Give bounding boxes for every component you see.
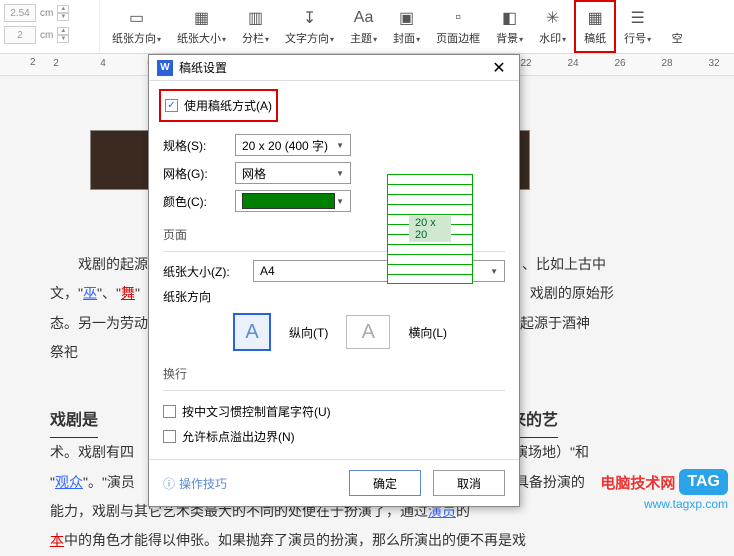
ribbon-纸张大小[interactable]: ▦ 纸张大小▾ — [169, 0, 234, 53]
ribbon-label: 背景▾ — [496, 30, 523, 46]
ribbon-label: 文字方向▾ — [285, 30, 334, 46]
ribbon-margin-inputs: cm ▲▼ cm ▲▼ — [0, 0, 100, 53]
ribbon-稿纸[interactable]: ▦ 稿纸 — [574, 0, 616, 53]
ribbon-icon — [667, 8, 687, 28]
manuscript-settings-dialog: W 稿纸设置 ✕ ✓ 使用稿纸方式(A) 20 x 20 规格(S): 20 x… — [148, 54, 520, 507]
ribbon-水印[interactable]: ✳ 水印▾ — [531, 0, 574, 53]
ribbon-label: 纸张大小▾ — [177, 30, 226, 46]
ribbon-label: 页面边框 — [436, 30, 480, 46]
ribbon-icon: ▭ — [127, 8, 147, 28]
grid-combo[interactable]: 网格▼ — [235, 162, 351, 184]
ribbon-icon: ▦ — [192, 8, 212, 28]
orientation-landscape[interactable]: A — [346, 315, 390, 349]
stepper-1[interactable]: ▲▼ — [57, 5, 69, 21]
chevron-down-icon: ▼ — [336, 141, 344, 150]
ribbon-label: 行号▾ — [624, 30, 651, 46]
ruler-tick: 26 — [614, 58, 626, 69]
ribbon-主题[interactable]: Aa 主题▾ — [342, 0, 385, 53]
ribbon-icon: ▥ — [246, 8, 266, 28]
ribbon-icon: ▫ — [448, 8, 468, 28]
wrap-punct-label: 允许标点溢出边界(N) — [182, 428, 295, 445]
ruler-tick: 22 — [520, 58, 532, 69]
ribbon-label: 主题▾ — [350, 30, 377, 46]
chevron-down-icon: ▼ — [336, 197, 344, 206]
ribbon-icon: ◧ — [500, 8, 520, 28]
grid-preview: 20 x 20 — [387, 174, 473, 284]
ribbon-icon: ▣ — [397, 8, 417, 28]
watermark-url: www.tagxp.com — [644, 497, 728, 511]
spec-combo[interactable]: 20 x 20 (400 字)▼ — [235, 134, 351, 156]
landscape-label: 横向(L) — [408, 324, 447, 341]
ribbon-label: 分栏▾ — [242, 30, 269, 46]
grid-preview-label: 20 x 20 — [409, 216, 451, 242]
highlight-box: ✓ 使用稿纸方式(A) — [159, 89, 278, 122]
ribbon-label: 稿纸 — [584, 30, 606, 46]
ribbon-icon: ↧ — [300, 8, 320, 28]
color-swatch — [242, 193, 335, 209]
unit-label: cm — [40, 8, 53, 19]
ribbon-toolbar: cm ▲▼ cm ▲▼ ▭ 纸张方向▾ ▦ 纸张大小▾ ▥ 分栏▾ ↧ 文字方向▾ Aa 主题▾ ▣… — [0, 0, 734, 54]
ribbon-页面边框[interactable]: ▫ 页面边框 — [428, 0, 488, 53]
use-manuscript-label: 使用稿纸方式(A) — [184, 97, 272, 114]
orientation-portrait[interactable]: A — [233, 313, 271, 351]
color-label: 颜色(C): — [163, 193, 227, 210]
ribbon-背景[interactable]: ◧ 背景▾ — [488, 0, 531, 53]
ribbon-label: 纸张方向▾ — [112, 30, 161, 46]
ruler-tick: 2 — [50, 58, 62, 69]
unit-label: cm — [40, 30, 53, 41]
margin-input-1[interactable] — [4, 4, 36, 22]
site-watermark: 电脑技术网 TAG www.tagxp.com — [600, 469, 728, 511]
wrap-cjk-checkbox[interactable] — [163, 405, 176, 418]
ribbon-行号[interactable]: ☰ 行号▾ — [616, 0, 659, 53]
ribbon-文字方向[interactable]: ↧ 文字方向▾ — [277, 0, 342, 53]
ok-button[interactable]: 确定 — [349, 470, 421, 496]
watermark-tag: TAG — [679, 469, 728, 495]
ruler-left-num: 2 — [30, 57, 36, 68]
ruler-tick: 28 — [661, 58, 673, 69]
section-heading: 戏剧是 — [50, 404, 98, 439]
stepper-2[interactable]: ▲▼ — [57, 27, 69, 43]
chevron-down-icon: ▼ — [336, 169, 344, 178]
cancel-button[interactable]: 取消 — [433, 470, 505, 496]
wrap-cjk-label: 按中文习惯控制首尾字符(U) — [182, 403, 331, 420]
app-icon: W — [157, 60, 173, 76]
ribbon-纸张方向[interactable]: ▭ 纸张方向▾ — [104, 0, 169, 53]
wrap-punct-checkbox[interactable] — [163, 430, 176, 443]
orientation-label: 纸张方向 — [163, 288, 227, 305]
ribbon-icon: Aa — [354, 8, 374, 28]
ruler-tick: 4 — [97, 58, 109, 69]
ribbon-icon: ▦ — [585, 8, 605, 28]
dialog-title: 稿纸设置 — [179, 59, 487, 76]
ruler-tick: 32 — [708, 58, 720, 69]
color-combo[interactable]: ▼ — [235, 190, 351, 212]
info-icon: ⓘ — [163, 475, 175, 492]
close-icon[interactable]: ✕ — [487, 58, 511, 78]
chevron-down-icon: ▼ — [490, 267, 498, 276]
paper-size-label: 纸张大小(Z): — [163, 263, 245, 280]
ribbon-label: 空 — [672, 30, 683, 46]
spec-label: 规格(S): — [163, 137, 227, 154]
wrap-section-header: 换行 — [163, 365, 505, 382]
ribbon-空[interactable]: 空 — [659, 0, 695, 53]
margin-input-2[interactable] — [4, 26, 36, 44]
ribbon-分栏[interactable]: ▥ 分栏▾ — [234, 0, 277, 53]
ribbon-封面[interactable]: ▣ 封面▾ — [385, 0, 428, 53]
tips-link[interactable]: ⓘ操作技巧 — [163, 475, 227, 492]
ruler-tick: 24 — [567, 58, 579, 69]
portrait-label: 纵向(T) — [289, 324, 328, 341]
ribbon-icon: ☰ — [628, 8, 648, 28]
ribbon-icon: ✳ — [543, 8, 563, 28]
dialog-titlebar: W 稿纸设置 ✕ — [149, 55, 519, 81]
use-manuscript-checkbox[interactable]: ✓ — [165, 99, 178, 112]
ribbon-label: 水印▾ — [539, 30, 566, 46]
watermark-brand: 电脑技术网 — [600, 472, 675, 493]
grid-label: 网格(G): — [163, 165, 227, 182]
ribbon-label: 封面▾ — [393, 30, 420, 46]
